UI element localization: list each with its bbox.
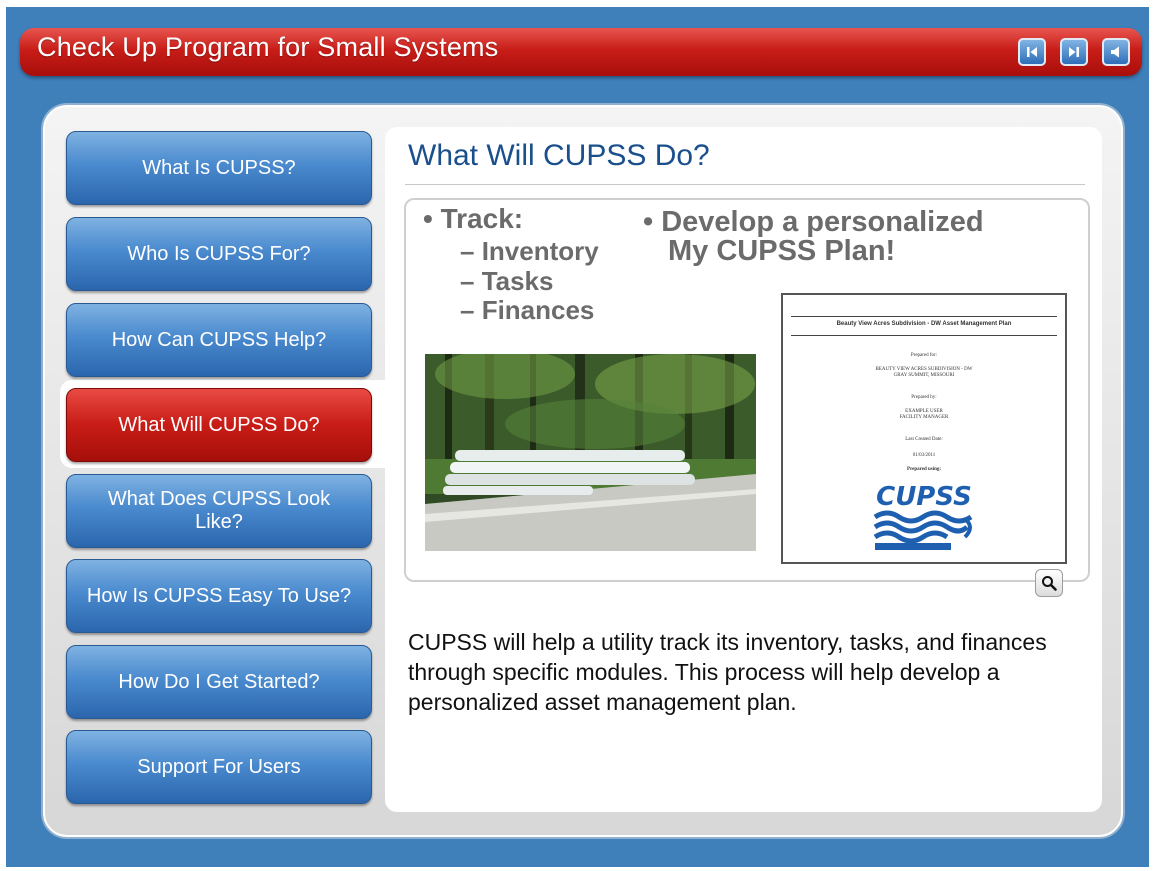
menu-item-what-is-cupss[interactable]: What Is CUPSS?	[66, 131, 372, 205]
sub-item-finances: – Finances	[460, 295, 595, 325]
bullet-track-label: Track:	[440, 203, 524, 234]
menu-item-what-does-cupss-look-like[interactable]: What Does CUPSS Look Like?	[66, 474, 372, 548]
app-title: Check Up Program for Small Systems	[37, 32, 499, 62]
doc-prepared-for-line1: BEAUTY VIEW ACRES SUBDIVISION - DW	[875, 367, 973, 372]
cupss-logo: CUPSS	[869, 479, 979, 553]
sub-item-finances-label: Finances	[481, 295, 595, 325]
sub-item-inventory-label: Inventory	[481, 236, 599, 266]
menu-item-support-for-users[interactable]: Support For Users	[66, 730, 372, 804]
doc-date-value: 01/03/2011	[912, 453, 936, 458]
page-title: What Will CUPSS Do?	[408, 139, 710, 172]
bullet-develop-line2: My CUPSS Plan!	[668, 235, 896, 267]
next-icon	[1069, 47, 1079, 57]
magnifier-icon	[1042, 576, 1057, 591]
previous-icon	[1027, 47, 1037, 57]
doc-prepared-for-label: Prepared for:	[910, 353, 938, 358]
cupss-logo-text: CUPSS	[876, 482, 972, 512]
menu-item-what-will-cupss-do[interactable]: What Will CUPSS Do?	[66, 388, 372, 462]
sub-item-inventory: – Inventory	[460, 236, 599, 266]
sub-item-tasks: – Tasks	[460, 266, 554, 296]
doc-prepared-by-line1: EXAMPLE USER	[905, 409, 943, 414]
next-button[interactable]	[1060, 38, 1088, 66]
menu-item-who-is-cupss-for[interactable]: Who Is CUPSS For?	[66, 217, 372, 291]
doc-prepared-by-line2: FACILITY MANAGER	[899, 415, 949, 420]
zoom-button[interactable]	[1035, 569, 1063, 597]
menu-item-how-do-i-get-started[interactable]: How Do I Get Started?	[66, 645, 372, 719]
doc-prepared-for-line2: GRAY SUMMIT, MISSOURI	[893, 373, 955, 378]
menu-item-how-is-cupss-easy-to-use[interactable]: How Is CUPSS Easy To Use?	[66, 559, 372, 633]
audio-icon	[1111, 46, 1119, 58]
menu-item-how-can-cupss-help[interactable]: How Can CUPSS Help?	[66, 303, 372, 377]
doc-date-label: Last Created Date:	[905, 437, 943, 442]
doc-using-label: Prepared using:	[906, 467, 942, 472]
title-bar: Check Up Program for Small Systems	[20, 28, 1142, 76]
title-divider	[405, 184, 1085, 185]
plan-document-thumbnail: Beauty View Acres Subdivision - DW Asset…	[781, 293, 1067, 564]
bullet-develop-plan: • Develop a personalized My CUPSS Plan!	[643, 206, 984, 267]
doc-heading: Beauty View Acres Subdivision - DW Asset…	[836, 321, 1012, 327]
audio-button[interactable]	[1102, 38, 1130, 66]
doc-prepared-by-label: Prepared by:	[911, 395, 937, 400]
pipes-photo	[425, 354, 756, 551]
bullet-track: • Track:	[423, 203, 524, 234]
description-text: CUPSS will help a utility track its inve…	[408, 629, 1047, 715]
previous-button[interactable]	[1018, 38, 1046, 66]
sub-item-tasks-label: Tasks	[481, 266, 554, 296]
bullet-develop-line1: Develop a personalized	[661, 206, 984, 238]
